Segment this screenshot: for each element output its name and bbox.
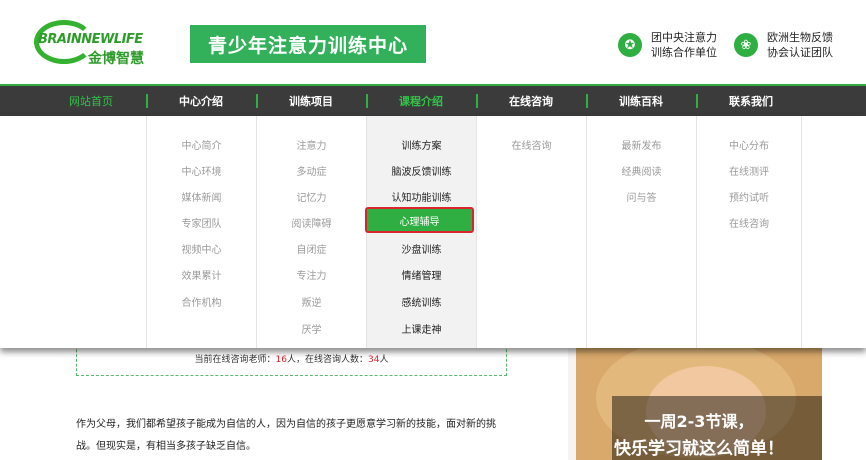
- nav-contact[interactable]: 联系我们: [696, 86, 806, 116]
- user-count: 34: [368, 355, 380, 365]
- menu-item[interactable]: 训练方案: [367, 137, 476, 152]
- consult-status: 当前在线咨询老师：16人，在线咨询人数：34人: [77, 352, 506, 365]
- menu-item[interactable]: 最新发布: [587, 137, 696, 152]
- menu-item[interactable]: 问与答: [587, 189, 696, 204]
- badge-line: 团中央注意力: [651, 31, 717, 44]
- menu-item[interactable]: 沙盘训练: [367, 241, 476, 256]
- menu-item[interactable]: 专注力: [257, 267, 366, 282]
- menu-item[interactable]: 中心分布: [697, 137, 801, 152]
- nav-wiki[interactable]: 训练百科: [586, 86, 696, 116]
- menu-item[interactable]: 阅读障碍: [257, 215, 366, 230]
- menu-item[interactable]: 专家团队: [147, 215, 256, 230]
- site-header: BRAINNEWLIFE 金博智慧 青少年注意力训练中心 ✪ 团中央注意力 训练…: [0, 0, 866, 84]
- badge-certification: ❀ 欧洲生物反馈 协会认证团队: [734, 30, 833, 60]
- nav-about[interactable]: 中心介绍: [146, 86, 256, 116]
- badge-line: 协会认证团队: [767, 46, 833, 59]
- menu-item[interactable]: 在线测评: [697, 163, 801, 178]
- menu-item[interactable]: 在线咨询: [697, 215, 801, 230]
- award-icon: ✪: [618, 33, 642, 57]
- menu-item[interactable]: 自闭症: [257, 241, 366, 256]
- menu-item[interactable]: 上课走神: [367, 321, 476, 336]
- menu-item-psych-counseling[interactable]: 心理辅导: [365, 207, 474, 233]
- menu-item[interactable]: 情绪管理: [367, 267, 476, 282]
- dropdown-col-about: 中心简介 中心环境 媒体新闻 专家团队 视频中心 效果累计 合作机构: [146, 116, 256, 348]
- menu-item[interactable]: 合作机构: [147, 294, 256, 309]
- menu-item[interactable]: 注意力: [257, 137, 366, 152]
- menu-item[interactable]: 认知功能训练: [367, 189, 476, 204]
- menu-item[interactable]: 效果累计: [147, 267, 256, 282]
- menu-item[interactable]: 多动症: [257, 163, 366, 178]
- menu-item[interactable]: 视频中心: [147, 241, 256, 256]
- badge-cooperation: ✪ 团中央注意力 训练合作单位: [618, 30, 717, 60]
- dropdown-col-contact: 中心分布 在线测评 预约试听 在线咨询: [696, 116, 802, 348]
- flower-icon: ❀: [734, 33, 758, 57]
- nav-dropdown-menu: 中心简介 中心环境 媒体新闻 专家团队 视频中心 效果累计 合作机构 注意力 多…: [0, 116, 866, 348]
- menu-item[interactable]: 预约试听: [697, 189, 801, 204]
- consult-suffix: 人: [379, 355, 389, 365]
- menu-item[interactable]: 记忆力: [257, 189, 366, 204]
- menu-item[interactable]: 在线咨询: [477, 137, 586, 152]
- site-title: 青少年注意力训练中心: [190, 25, 426, 63]
- dropdown-col-consult: 在线咨询: [476, 116, 586, 348]
- promo-line-2: 快乐学习就这么简单！: [614, 439, 784, 459]
- menu-item[interactable]: 感统训练: [367, 294, 476, 309]
- consult-mid: 人，在线咨询人数：: [286, 355, 368, 365]
- menu-item[interactable]: 中心简介: [147, 137, 256, 152]
- main-nav: 网站首页 中心介绍 训练项目 课程介绍 在线咨询 训练百科 联系我们: [0, 84, 866, 116]
- menu-item[interactable]: 叛逆: [257, 294, 366, 309]
- dropdown-col-wiki: 最新发布 经典阅读 问与答: [586, 116, 696, 348]
- sidebar-divider: [568, 348, 576, 460]
- menu-item[interactable]: 经典阅读: [587, 163, 696, 178]
- nav-programs[interactable]: 训练项目: [256, 86, 366, 116]
- nav-consult[interactable]: 在线咨询: [476, 86, 586, 116]
- menu-item[interactable]: 媒体新闻: [147, 189, 256, 204]
- consult-prefix: 当前在线咨询老师：: [194, 355, 276, 365]
- badge-line: 欧洲生物反馈: [767, 31, 833, 44]
- nav-courses[interactable]: 课程介绍: [366, 86, 476, 116]
- menu-item[interactable]: 中心环境: [147, 163, 256, 178]
- nav-home[interactable]: 网站首页: [36, 86, 146, 116]
- menu-item[interactable]: 脑波反馈训练: [367, 163, 476, 178]
- promo-line-1: 一周2-3节课，: [644, 412, 754, 431]
- menu-item[interactable]: 厌学: [257, 321, 366, 336]
- logo-text-cn: 金博智慧: [88, 51, 144, 67]
- teacher-count: 16: [275, 355, 287, 365]
- article-paragraph: 作为父母，我们都希望孩子能成为自信的人，因为自信的孩子更愿意学习新的技能，面对新…: [76, 419, 496, 452]
- logo-text-en: BRAINNEWLIFE: [38, 32, 143, 47]
- site-logo[interactable]: BRAINNEWLIFE 金博智慧: [34, 20, 154, 67]
- dropdown-col-courses: 训练方案 脑波反馈训练 认知功能训练 心理辅导 沙盘训练 情绪管理 感统训练 上…: [365, 116, 476, 348]
- badge-line: 训练合作单位: [651, 46, 717, 59]
- promo-banner[interactable]: 一周2-3节课， 快乐学习就这么简单！: [576, 348, 822, 460]
- dropdown-col-programs: 注意力 多动症 记忆力 阅读障碍 自闭症 专注力 叛逆 厌学: [256, 116, 366, 348]
